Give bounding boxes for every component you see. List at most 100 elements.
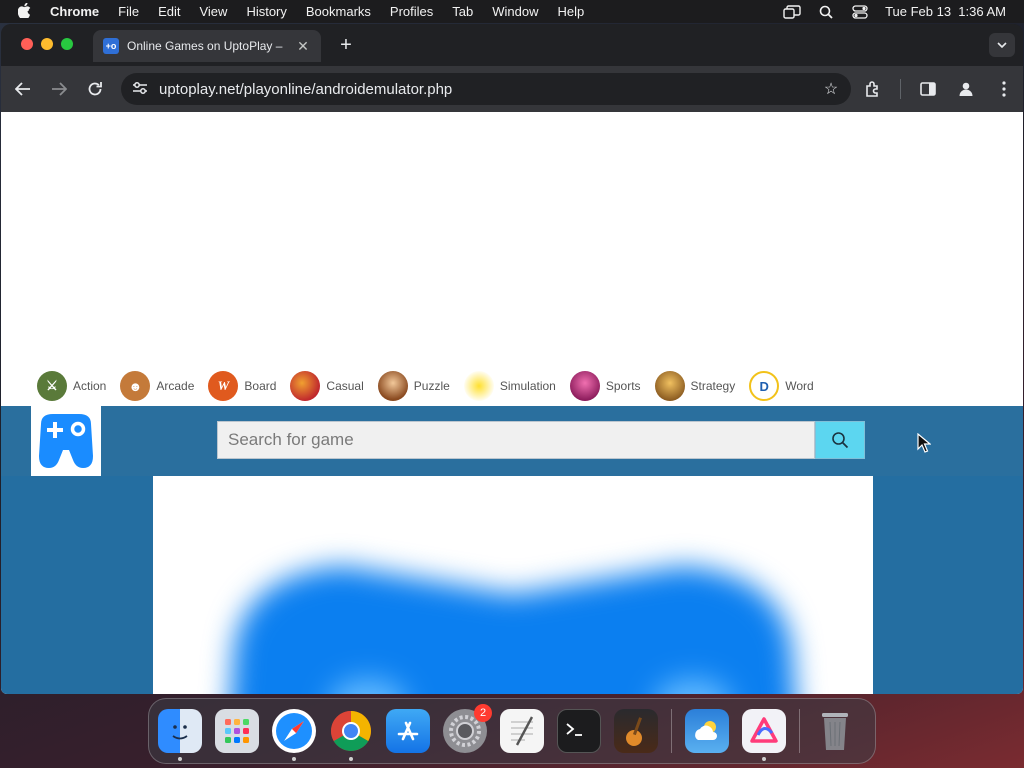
category-bar: ⚔ Action ☻ Arcade W Board Casual Puzzle [1,366,1023,406]
forward-button[interactable] [47,77,71,101]
menu-file[interactable]: File [118,4,139,19]
chevron-down-icon [997,42,1007,48]
creativity-app-icon[interactable] [742,709,786,761]
profile-avatar-icon[interactable] [955,77,977,101]
sports-category-icon [569,371,600,401]
menu-window[interactable]: Window [492,4,538,19]
strategy-category-icon [654,371,685,401]
action-category-icon: ⚔ [37,371,67,401]
menu-bar: Chrome File Edit View History Bookmarks … [0,0,1024,23]
search-button[interactable] [815,421,865,459]
category-label: Simulation [499,379,556,393]
url-text[interactable]: uptoplay.net/playonline/androidemulator.… [159,81,821,98]
menu-clock[interactable]: Tue Feb 13 1:36 AM [885,4,1006,19]
system-settings-icon[interactable]: 2 [443,704,492,753]
new-tab-button[interactable]: + [335,34,357,57]
extensions-icon[interactable] [862,77,884,101]
chrome-icon[interactable] [329,709,373,761]
launchpad-icon[interactable] [215,709,259,753]
category-strategy[interactable]: Strategy [654,371,736,401]
dock: 2 [148,698,876,764]
menu-app-name[interactable]: Chrome [50,4,99,19]
puzzle-category-icon [377,371,408,401]
active-tab[interactable]: +o Online Games on UptoPlay – ✕ [93,30,321,62]
category-simulation[interactable]: Simulation [463,371,556,401]
garageband-icon[interactable] [614,709,658,753]
menu-view[interactable]: View [199,4,227,19]
category-label: Action [73,379,107,393]
category-casual[interactable]: Casual [290,371,364,401]
close-tab-icon[interactable]: ✕ [295,38,311,55]
spotlight-search-icon[interactable] [817,5,835,19]
board-category-icon: W [208,371,239,401]
category-board[interactable]: W Board [208,371,276,401]
reload-icon [88,82,102,96]
textedit-icon[interactable] [500,709,544,753]
app-store-icon[interactable] [386,709,430,753]
menu-profiles[interactable]: Profiles [390,4,433,19]
game-frame[interactable] [153,476,873,694]
menu-bookmarks[interactable]: Bookmarks [306,4,371,19]
uptoplay-favicon-icon: +o [103,38,119,54]
terminal-icon[interactable] [557,709,601,753]
fullscreen-window-button[interactable] [61,38,73,50]
running-indicator [178,757,182,761]
trash-icon[interactable] [813,709,857,753]
uptoplay-logo[interactable] [31,406,101,476]
menu-tab[interactable]: Tab [452,4,473,19]
side-panel-icon[interactable] [917,77,939,101]
search-icon [832,432,849,449]
category-label: Sports [605,379,641,393]
gamepad-logo-icon [39,414,93,468]
tab-search-button[interactable] [989,33,1015,57]
menu-edit[interactable]: Edit [158,4,180,19]
dock-separator [799,709,800,753]
window-controls [21,38,73,50]
arrow-right-icon [52,82,67,96]
blurred-loading-logo [230,566,796,694]
search-input[interactable] [217,421,815,459]
main-content [1,476,1023,694]
weather-icon[interactable] [685,709,729,753]
ad-space [1,112,1023,366]
simulation-category-icon [463,371,494,401]
apple-menu-icon[interactable] [17,2,36,21]
screen-mirroring-icon[interactable] [783,4,801,19]
tab-strip: +o Online Games on UptoPlay – ✕ + [1,24,1023,66]
browser-window: +o Online Games on UptoPlay – ✕ + uptopl… [1,24,1023,694]
notification-badge: 2 [474,704,492,722]
close-window-button[interactable] [21,38,33,50]
category-puzzle[interactable]: Puzzle [377,371,450,401]
menu-help[interactable]: Help [558,4,585,19]
category-label: Puzzle [413,379,450,393]
bookmark-star-icon[interactable]: ☆ [821,79,841,99]
minimize-window-button[interactable] [41,38,53,50]
safari-icon[interactable] [272,709,316,761]
browser-toolbar: uptoplay.net/playonline/androidemulator.… [1,66,1023,112]
running-indicator [762,757,766,761]
running-indicator [349,757,353,761]
casual-category-icon [290,371,321,401]
category-word[interactable]: D Word [749,371,814,401]
back-button[interactable] [11,77,35,101]
search-form [217,421,865,459]
category-arcade[interactable]: ☻ Arcade [120,371,194,401]
word-category-icon: D [749,371,780,401]
address-bar[interactable]: uptoplay.net/playonline/androidemulator.… [121,73,851,105]
category-action[interactable]: ⚔ Action [37,371,106,401]
finder-icon[interactable] [158,709,202,761]
menu-history[interactable]: History [246,4,286,19]
category-label: Arcade [156,379,195,393]
site-header [1,406,1023,476]
category-label: Strategy [690,379,736,393]
site-info-icon[interactable] [131,81,149,98]
reload-button[interactable] [83,77,107,101]
arrow-left-icon [15,82,30,96]
dock-separator [671,709,672,753]
category-sports[interactable]: Sports [569,371,641,401]
page-viewport: ⚔ Action ☻ Arcade W Board Casual Puzzle [1,112,1023,694]
category-label: Casual [326,379,364,393]
more-menu-icon[interactable] [993,77,1015,101]
control-center-icon[interactable] [851,4,869,19]
category-label: Board [244,379,277,393]
